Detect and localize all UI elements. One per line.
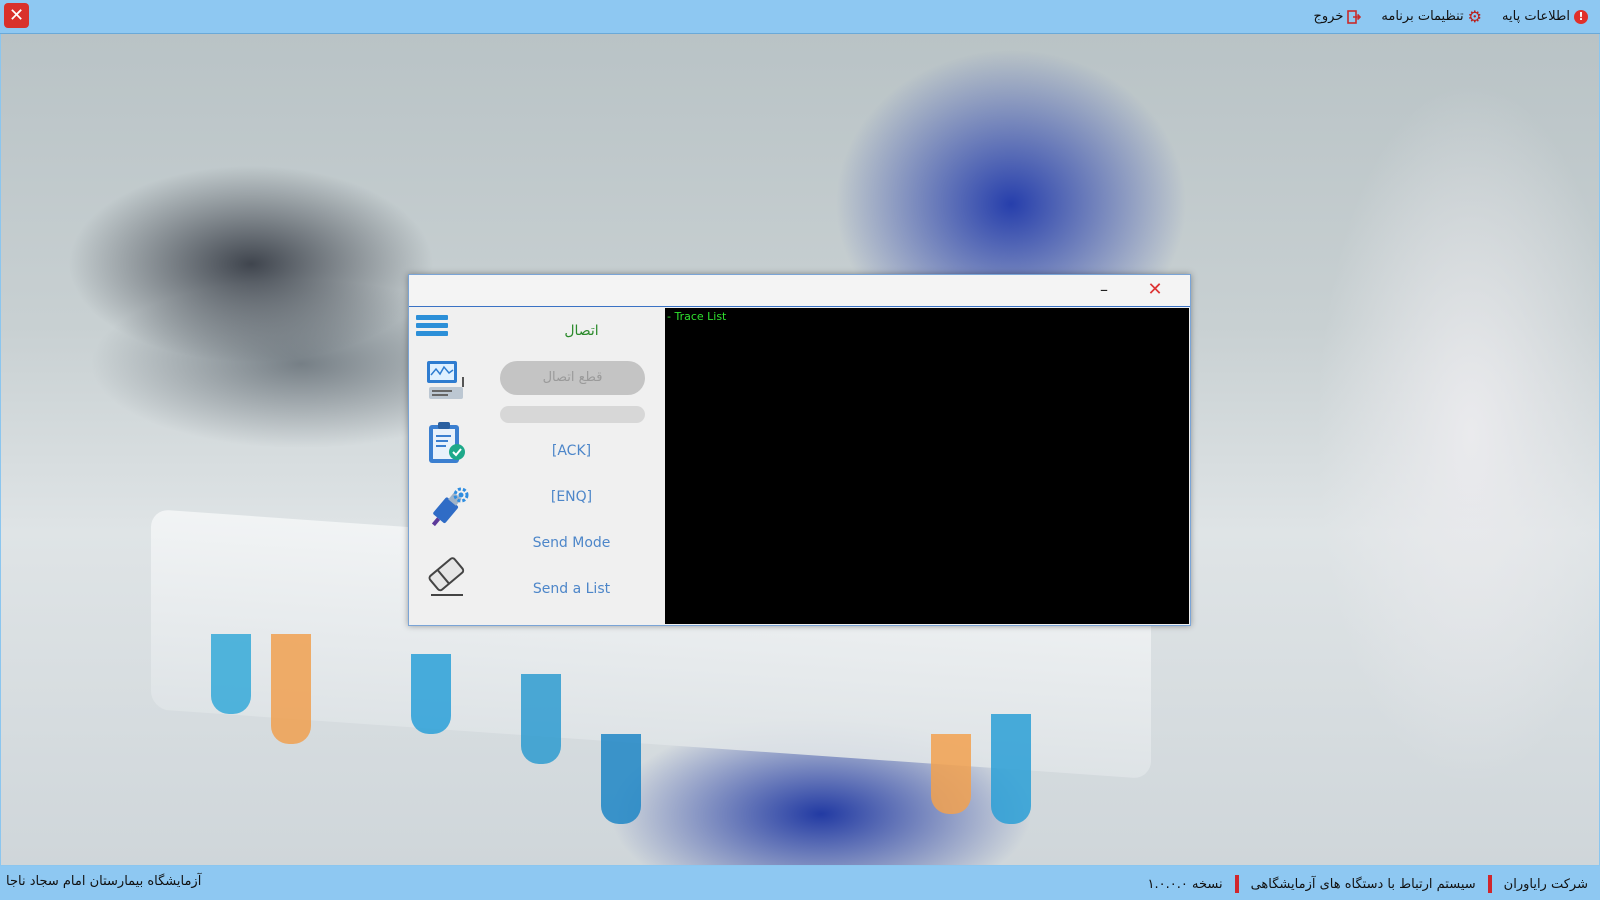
menu-base-info[interactable]: ! اطلاعات پایه	[1502, 9, 1588, 24]
connection-progress-bar	[500, 406, 645, 423]
connection-dialog: – ✕ اتصال قطع اتصال [ACK] [ENQ] Send Mod…	[408, 274, 1191, 626]
gear-icon: ⚙	[1467, 6, 1483, 26]
eraser-icon[interactable]	[423, 551, 471, 599]
dialog-minimize-button[interactable]: –	[1094, 281, 1114, 301]
dialog-close-button[interactable]: ✕	[1144, 279, 1166, 301]
blue-tube	[521, 674, 561, 764]
blue-tube	[411, 654, 451, 734]
blue-tube	[991, 714, 1031, 824]
send-list-button[interactable]: Send a List	[489, 581, 654, 597]
status-right-group: شرکت رایاوران سیستم ارتباط با دستگاه های…	[1148, 875, 1588, 893]
monitor-device-icon[interactable]	[423, 357, 471, 405]
menu-exit-label: خروج	[1313, 9, 1344, 24]
dialog-titlebar: – ✕	[409, 275, 1190, 307]
disconnect-button[interactable]: قطع اتصال	[500, 361, 645, 395]
top-menu: ! اطلاعات پایه ⚙ تنظیمات برنامه خروج	[1314, 0, 1588, 33]
status-separator	[1487, 875, 1492, 893]
status-lab-name: آزمایشگاه بیمارستان امام سجاد ناجا	[6, 874, 202, 889]
clipboard-check-icon[interactable]	[423, 419, 471, 467]
app-close-button[interactable]: ✕	[4, 3, 29, 28]
menu-settings-label: تنظیمات برنامه	[1381, 9, 1464, 24]
trace-list-text: - Trace List	[667, 310, 727, 323]
blue-tube	[601, 734, 641, 824]
orange-tube	[271, 634, 311, 744]
ack-button[interactable]: [ACK]	[489, 443, 654, 459]
info-icon: !	[1574, 9, 1588, 24]
enq-button[interactable]: [ENQ]	[489, 489, 654, 505]
menu-exit[interactable]: خروج	[1314, 9, 1362, 24]
trace-list-panel[interactable]: - Trace List	[665, 308, 1189, 624]
blue-tube	[211, 634, 251, 714]
side-icon-column	[409, 307, 489, 625]
status-system-name: سیستم ارتباط با دستگاه های آزمایشگاهی	[1250, 876, 1476, 892]
app-top-bar: ✕ ! اطلاعات پایه ⚙ تنظیمات برنامه خروج	[0, 0, 1600, 34]
status-company: شرکت رایاوران	[1503, 876, 1588, 892]
connect-title: اتصال	[564, 323, 599, 339]
orange-tube	[931, 734, 971, 814]
exit-icon	[1347, 9, 1362, 24]
control-panel: اتصال قطع اتصال [ACK] [ENQ] Send Mode Se…	[489, 307, 674, 625]
status-separator	[1234, 875, 1239, 893]
usb-gear-icon[interactable]	[423, 485, 471, 533]
status-version: نسخه ۱.۰.۰.۰	[1147, 876, 1223, 892]
hamburger-menu-icon[interactable]	[416, 315, 448, 341]
menu-settings[interactable]: ⚙ تنظیمات برنامه	[1381, 6, 1483, 26]
send-mode-button[interactable]: Send Mode	[489, 535, 654, 551]
menu-base-info-label: اطلاعات پایه	[1502, 9, 1570, 24]
status-bar: آزمایشگاه بیمارستان امام سجاد ناجا شرکت …	[0, 866, 1600, 900]
